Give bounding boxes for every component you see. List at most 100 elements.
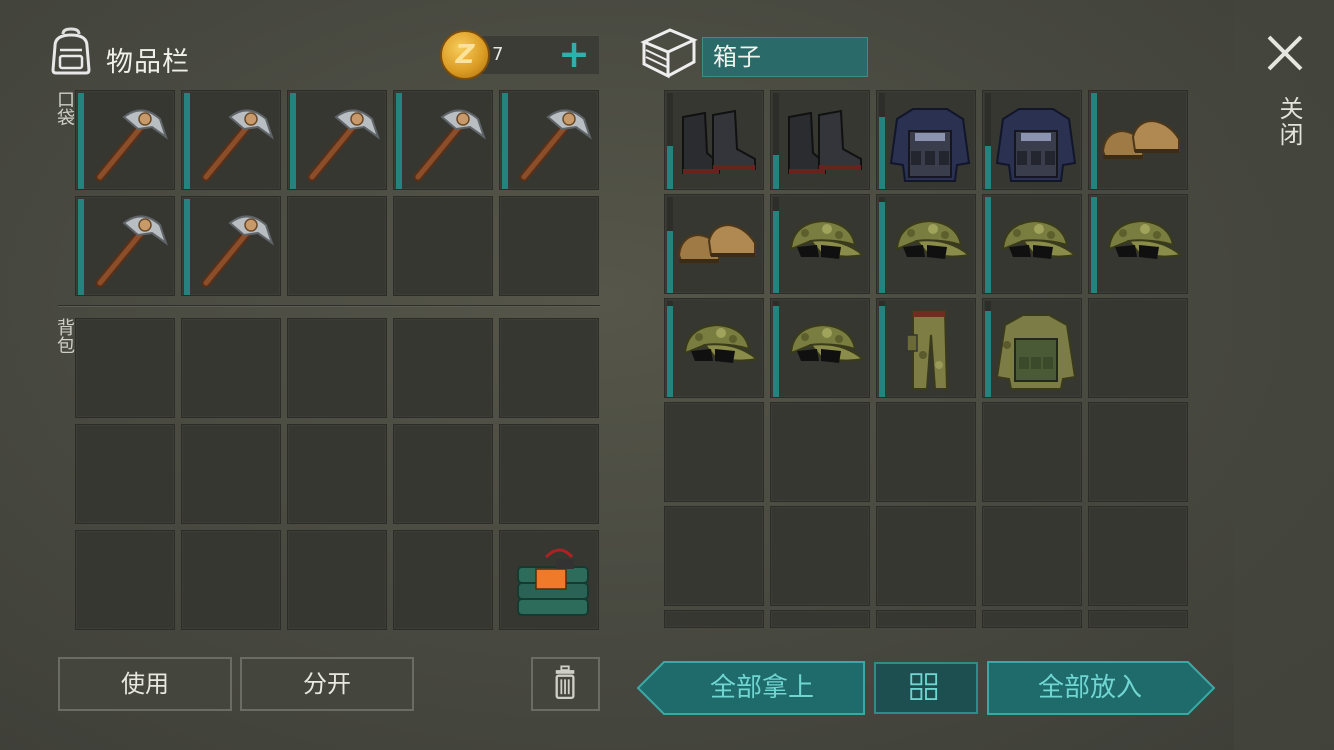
sort-button[interactable] — [874, 662, 978, 714]
use-button[interactable]: 使用 — [58, 657, 232, 711]
backpack-slot[interactable] — [393, 424, 493, 524]
backpack-slot[interactable] — [181, 318, 281, 418]
sort-grid-icon — [910, 673, 938, 700]
pocket-slot[interactable] — [393, 90, 493, 190]
pocket-slot[interactable] — [181, 196, 281, 296]
durability-bar — [879, 93, 885, 189]
chest-name: 箱子 — [702, 37, 868, 77]
pickaxe-icon — [201, 215, 274, 288]
durability-bar — [184, 199, 190, 295]
durability-bar — [78, 199, 84, 295]
durability-bar — [667, 93, 673, 189]
durability-bar — [985, 197, 991, 293]
close-label[interactable]: 关闭 — [1272, 96, 1307, 148]
chest-slot[interactable] — [1088, 506, 1188, 606]
add-coins-button[interactable]: + — [556, 34, 592, 74]
pickaxe-icon — [95, 215, 168, 288]
chest-slot[interactable] — [770, 298, 870, 398]
chest-slot[interactable] — [664, 402, 764, 502]
chest-slot-partial[interactable] — [664, 610, 764, 628]
chest-slot[interactable] — [982, 402, 1082, 502]
pocket-slot[interactable] — [181, 90, 281, 190]
durability-fill — [985, 145, 991, 189]
chest-slot[interactable] — [876, 506, 976, 606]
chest-slot[interactable] — [664, 194, 764, 294]
black-boots-icon — [682, 109, 756, 174]
backpack-slot[interactable] — [499, 424, 599, 524]
leather-shoes-icon — [1101, 119, 1180, 159]
trash-button[interactable] — [531, 657, 600, 711]
chest-slot-partial[interactable] — [1088, 610, 1188, 628]
chest-slot[interactable] — [982, 194, 1082, 294]
take-all-button[interactable]: 全部拿上 — [636, 660, 866, 716]
durability-bar — [290, 93, 296, 189]
chest-slot[interactable] — [876, 402, 976, 502]
camo-cap-icon — [1107, 219, 1184, 259]
chest-slot[interactable] — [982, 298, 1082, 398]
pocket-slot[interactable] — [393, 196, 493, 296]
durability-fill — [78, 93, 84, 189]
durability-fill — [879, 305, 885, 397]
backpack-slot[interactable] — [499, 530, 599, 630]
chest-slot[interactable] — [770, 402, 870, 502]
durability-bar — [879, 301, 885, 397]
durability-bar — [773, 197, 779, 293]
pocket-slot[interactable] — [75, 90, 175, 190]
chest-slot-partial[interactable] — [982, 610, 1082, 628]
c4-explosive-icon — [517, 548, 589, 616]
durability-bar — [502, 93, 508, 189]
backpack-label: 背包 — [54, 318, 75, 354]
put-all-label: 全部放入 — [1037, 673, 1142, 703]
pocket-label: 口袋 — [54, 90, 75, 126]
pocket-slot[interactable] — [75, 196, 175, 296]
chest-slot[interactable] — [982, 506, 1082, 606]
chest-slot[interactable] — [876, 298, 976, 398]
chest-slot[interactable] — [876, 90, 976, 190]
backpack-slot[interactable] — [75, 424, 175, 524]
backpack-slot[interactable] — [181, 424, 281, 524]
backpack-slot[interactable] — [75, 318, 175, 418]
backpack-slot[interactable] — [393, 318, 493, 418]
durability-fill — [879, 117, 885, 189]
durability-bar — [773, 93, 779, 189]
take-all-label: 全部拿上 — [709, 673, 814, 703]
pocket-slot[interactable] — [499, 196, 599, 296]
chest-slot[interactable] — [1088, 90, 1188, 190]
chest-slot-partial[interactable] — [770, 610, 870, 628]
backpack-slot[interactable] — [393, 530, 493, 630]
chest-slot[interactable] — [1088, 402, 1188, 502]
pocket-slot[interactable] — [287, 196, 387, 296]
durability-fill — [667, 230, 673, 293]
backpack-slot[interactable] — [287, 424, 387, 524]
police-vest-icon — [995, 108, 1077, 182]
chest-slot[interactable] — [982, 90, 1082, 190]
split-button[interactable]: 分开 — [240, 657, 414, 711]
backpack-slot[interactable] — [75, 530, 175, 630]
durability-fill — [773, 155, 779, 189]
chest-slot[interactable] — [664, 506, 764, 606]
chest-slot[interactable] — [664, 90, 764, 190]
durability-fill — [985, 197, 991, 293]
chest-slot[interactable] — [1088, 194, 1188, 294]
chest-slot[interactable] — [770, 90, 870, 190]
durability-fill — [985, 310, 991, 397]
pickaxe-icon — [307, 109, 380, 182]
backpack-slot[interactable] — [499, 318, 599, 418]
backpack-slot[interactable] — [287, 530, 387, 630]
chest-slot[interactable] — [876, 194, 976, 294]
durability-fill — [1091, 93, 1097, 189]
close-icon[interactable] — [1262, 30, 1308, 76]
chest-slot[interactable] — [664, 298, 764, 398]
chest-slot[interactable] — [770, 194, 870, 294]
coin-symbol: Z — [455, 40, 475, 70]
backpack-slot[interactable] — [287, 318, 387, 418]
chest-slot-partial[interactable] — [876, 610, 976, 628]
pocket-slot[interactable] — [499, 90, 599, 190]
durability-bar — [773, 301, 779, 397]
chest-slot[interactable] — [1088, 298, 1188, 398]
put-all-button[interactable]: 全部放入 — [986, 660, 1216, 716]
black-boots-icon — [788, 109, 862, 174]
pocket-slot[interactable] — [287, 90, 387, 190]
chest-slot[interactable] — [770, 506, 870, 606]
backpack-slot[interactable] — [181, 530, 281, 630]
